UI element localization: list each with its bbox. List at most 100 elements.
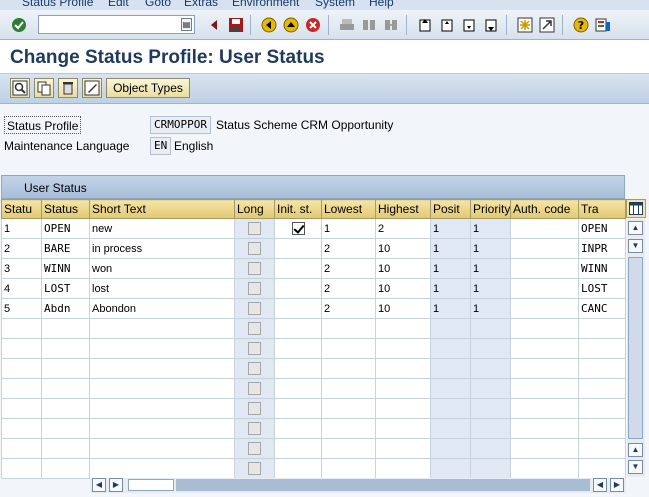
lowest-cell[interactable]	[321, 458, 376, 479]
auth-code-cell[interactable]	[510, 318, 579, 339]
auth-code-cell[interactable]	[510, 218, 579, 239]
position-cell[interactable]	[430, 398, 471, 419]
status-code-cell[interactable]: WINN	[41, 258, 90, 279]
initial-status-cell[interactable]	[274, 338, 322, 359]
cancel-icon[interactable]	[303, 15, 323, 35]
highest-cell[interactable]	[375, 458, 431, 479]
initial-status-cell[interactable]	[274, 258, 322, 279]
horizontal-scroll-thumb[interactable]	[128, 479, 174, 491]
col-lowest-header[interactable]: Lowest	[321, 199, 376, 219]
status-code-cell[interactable]	[41, 398, 90, 419]
initial-status-cell[interactable]	[274, 358, 322, 379]
auth-code-cell[interactable]	[510, 338, 579, 359]
trans-cell[interactable]	[578, 378, 626, 399]
trans-cell[interactable]	[578, 418, 626, 439]
back-icon[interactable]	[259, 15, 279, 35]
table-row-empty[interactable]	[1, 318, 626, 339]
status-code-cell[interactable]: BARE	[41, 238, 90, 259]
highest-cell[interactable]: 2	[375, 218, 431, 239]
table-row-empty[interactable]	[1, 418, 626, 439]
position-cell[interactable]	[430, 358, 471, 379]
exit-icon[interactable]	[281, 15, 301, 35]
lowest-cell[interactable]: 2	[321, 258, 376, 279]
table-row-empty[interactable]	[1, 438, 626, 459]
help-icon[interactable]: ?	[571, 15, 591, 35]
position-cell[interactable]: 1	[430, 298, 471, 319]
menu-goto[interactable]: Goto	[145, 0, 171, 9]
trans-cell[interactable]: OPEN	[578, 218, 626, 239]
position-cell[interactable]	[430, 338, 471, 359]
create-session-icon[interactable]	[515, 15, 535, 35]
status-code-cell[interactable]	[41, 458, 90, 479]
highest-cell[interactable]	[375, 378, 431, 399]
display-change-button[interactable]	[10, 78, 30, 98]
menu-help[interactable]: Help	[369, 0, 394, 9]
initial-status-cell[interactable]	[274, 278, 322, 299]
status-code-cell[interactable]	[41, 358, 90, 379]
auth-code-cell[interactable]	[510, 298, 579, 319]
priority-cell[interactable]	[470, 338, 511, 359]
initial-status-cell[interactable]	[274, 298, 322, 319]
status-profile-field[interactable]: CRMOPPOR	[150, 116, 211, 134]
lowest-cell[interactable]	[321, 438, 376, 459]
short-text-cell[interactable]	[89, 318, 235, 339]
auth-code-cell[interactable]	[510, 458, 579, 479]
col-auth-code-header[interactable]: Auth. code	[510, 199, 579, 219]
priority-cell[interactable]: 1	[470, 278, 511, 299]
shortcut-icon[interactable]	[537, 15, 557, 35]
initial-status-cell[interactable]	[274, 378, 322, 399]
status-number-cell[interactable]: 3	[1, 258, 42, 279]
command-field[interactable]: ▤	[38, 15, 195, 34]
position-cell[interactable]	[430, 318, 471, 339]
menu-status-profile[interactable]: Status Profile	[22, 0, 93, 9]
trans-cell[interactable]: INPR	[578, 238, 626, 259]
menu-edit[interactable]: Edit	[108, 0, 129, 9]
enter-icon[interactable]	[9, 15, 29, 35]
menu-system[interactable]: System	[315, 0, 355, 9]
auth-code-cell[interactable]	[510, 358, 579, 379]
scroll-left-icon[interactable]: ◀	[92, 478, 106, 492]
command-history-icon[interactable]: ▤	[181, 18, 192, 31]
auth-code-cell[interactable]	[510, 418, 579, 439]
highest-cell[interactable]	[375, 418, 431, 439]
auth-code-cell[interactable]	[510, 258, 579, 279]
status-code-cell[interactable]	[41, 378, 90, 399]
col-status-number-header[interactable]: Statu	[1, 199, 42, 219]
position-cell[interactable]	[430, 438, 471, 459]
maintenance-language-field[interactable]: EN	[150, 137, 172, 155]
priority-cell[interactable]	[470, 318, 511, 339]
status-number-cell[interactable]: 2	[1, 238, 42, 259]
position-cell[interactable]: 1	[430, 258, 471, 279]
initial-status-cell[interactable]	[274, 398, 322, 419]
priority-cell[interactable]	[470, 438, 511, 459]
lowest-cell[interactable]	[321, 418, 376, 439]
highest-cell[interactable]	[375, 358, 431, 379]
lowest-cell[interactable]: 2	[321, 278, 376, 299]
layout-menu-icon[interactable]	[593, 15, 613, 35]
highest-cell[interactable]: 10	[375, 238, 431, 259]
horizontal-scroll-track[interactable]	[176, 479, 590, 491]
menu-extras[interactable]: Extras	[184, 0, 218, 9]
status-number-cell[interactable]: 5	[1, 298, 42, 319]
scroll-left-page-icon[interactable]: ◀	[593, 478, 607, 492]
scroll-right-page-icon[interactable]: ▶	[109, 478, 123, 492]
table-row[interactable]: 2 BARE in process 2 10 1 1 INPR	[1, 238, 626, 259]
status-number-cell[interactable]	[1, 458, 42, 479]
object-types-button[interactable]: Object Types	[106, 78, 190, 98]
scroll-right-icon[interactable]: ▶	[610, 478, 624, 492]
short-text-cell[interactable]	[89, 418, 235, 439]
short-text-cell[interactable]	[89, 378, 235, 399]
priority-cell[interactable]: 1	[470, 238, 511, 259]
priority-cell[interactable]	[470, 398, 511, 419]
find-next-icon[interactable]	[381, 15, 401, 35]
table-row[interactable]: 3 WINN won 2 10 1 1 WINN	[1, 258, 626, 279]
position-cell[interactable]: 1	[430, 218, 471, 239]
col-position-header[interactable]: Posit	[430, 199, 471, 219]
trans-cell[interactable]	[578, 318, 626, 339]
trans-cell[interactable]: CANC	[578, 298, 626, 319]
scroll-down-page-icon[interactable]: ▼	[628, 239, 643, 253]
status-number-cell[interactable]	[1, 318, 42, 339]
auth-code-cell[interactable]	[510, 238, 579, 259]
position-cell[interactable]: 1	[430, 278, 471, 299]
status-number-cell[interactable]	[1, 378, 42, 399]
